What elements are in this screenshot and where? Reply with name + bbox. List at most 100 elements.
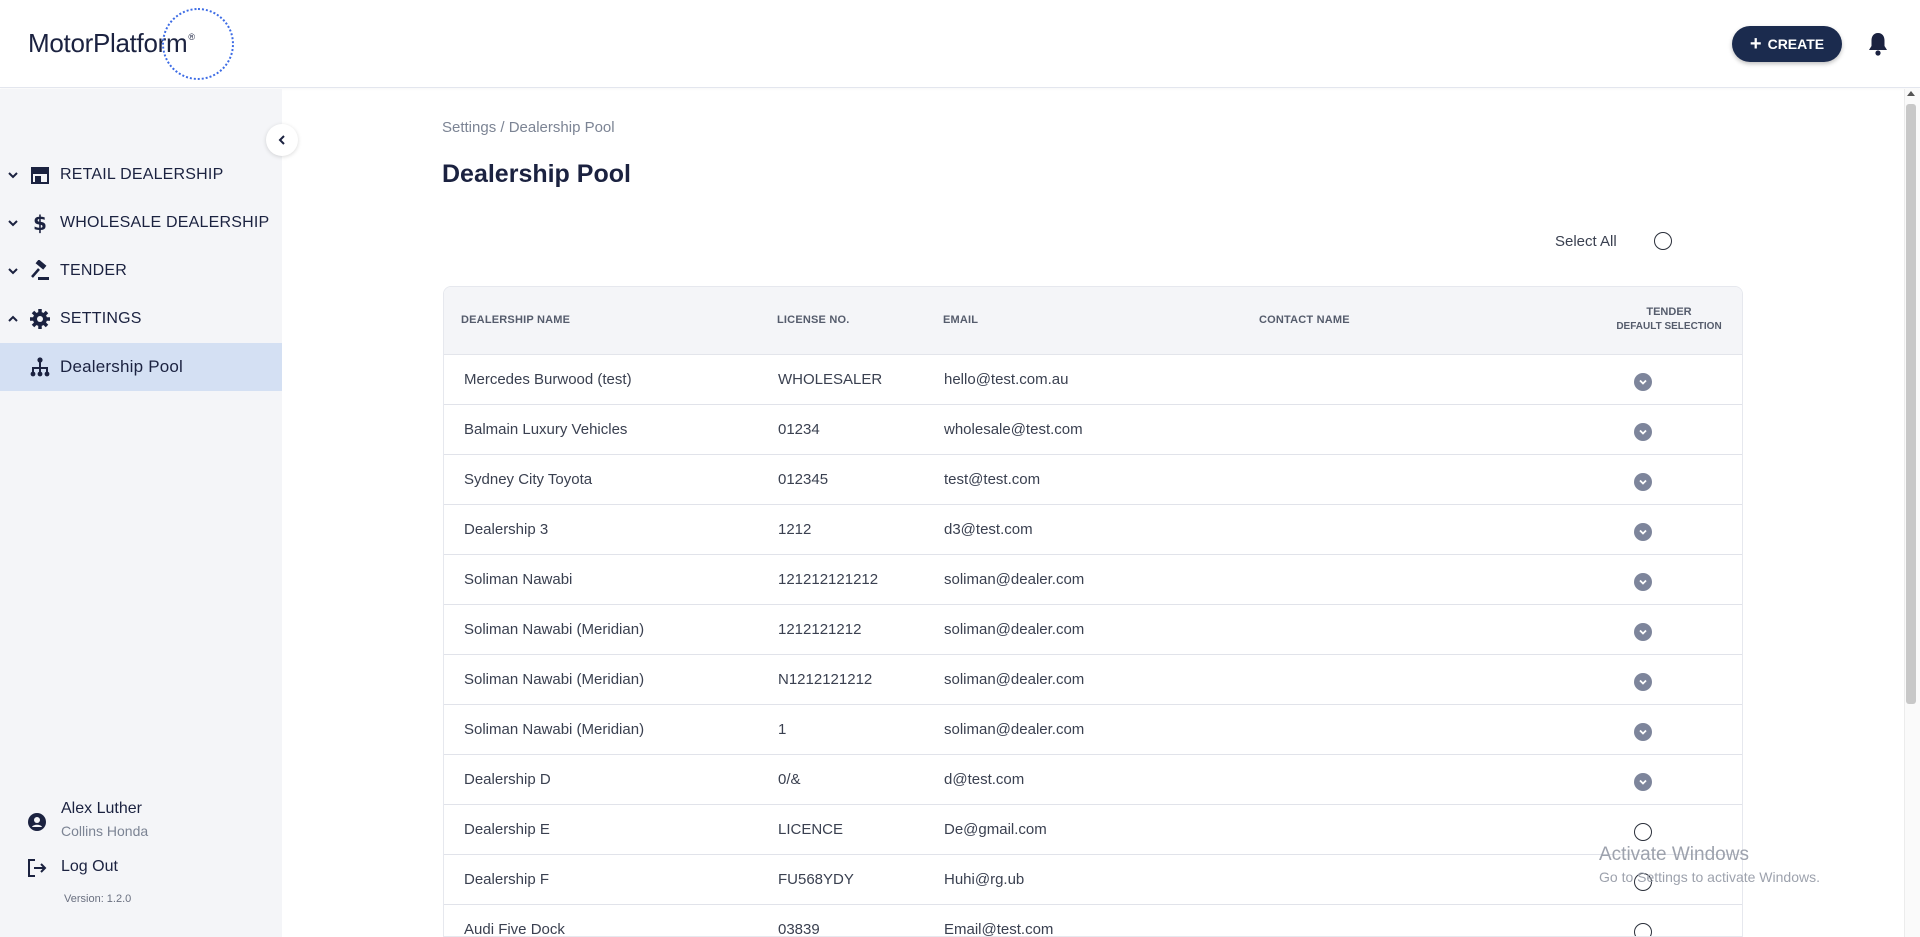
table-row[interactable]: Soliman Nawabi (Meridian) 1212121212 solim… <box>444 605 1742 655</box>
table-row[interactable]: Dealership E LICENCE De@gmail.com <box>444 805 1742 855</box>
dealership-name-cell: Mercedes Burwood (test) <box>464 371 632 388</box>
notification-bell-icon[interactable] <box>1866 31 1890 57</box>
table-row[interactable]: Balmain Luxury Vehicles 01234 wholesale@te… <box>444 405 1742 455</box>
collapse-sidebar-button[interactable] <box>266 124 298 156</box>
license-cell: WHOLESALER <box>778 371 883 388</box>
scroll-up-arrow[interactable] <box>1907 91 1915 96</box>
dealership-name-cell: Dealership 3 <box>464 521 549 538</box>
tender-selected-check[interactable] <box>1634 773 1652 791</box>
svg-text:$: $ <box>33 212 47 234</box>
activate-windows-title: Activate Windows <box>1599 844 1749 865</box>
dollar-icon: $ <box>33 212 47 234</box>
tender-selected-check[interactable] <box>1634 573 1652 591</box>
version-label: Version: 1.2.0 <box>64 893 132 905</box>
column-header-license[interactable]: LICENSE NO. <box>777 314 850 326</box>
logout-button[interactable]: Log Out <box>61 858 118 876</box>
email-cell: Huhi@rg.ub <box>944 871 1025 888</box>
column-header-tender[interactable]: TENDER DEFAULT SELECTION <box>1594 306 1742 332</box>
table-row[interactable]: Dealership F FU568YDY Huhi@rg.ub <box>444 855 1742 905</box>
license-cell: LICENCE <box>778 821 844 838</box>
table-row[interactable]: Dealership D 0/& d@test.com <box>444 755 1742 805</box>
table-row[interactable]: Soliman Nawabi (Meridian) N1212121212 soli… <box>444 655 1742 705</box>
chevron-down-icon <box>1639 479 1647 485</box>
table-row[interactable]: Mercedes Burwood (test) WHOLESALER hello@t… <box>444 355 1742 405</box>
license-cell: 01234 <box>778 421 820 438</box>
plus-icon: + <box>1749 33 1762 55</box>
sidebar-item-settings[interactable]: SETTINGS <box>0 295 282 343</box>
tender-header-label: TENDER <box>1646 306 1692 318</box>
create-button[interactable]: + CREATE <box>1732 26 1842 62</box>
dealership-name-cell: Dealership F <box>464 871 550 888</box>
tender-selected-check[interactable] <box>1634 673 1652 691</box>
sidebar-item-label: RETAIL DEALERSHIP <box>60 166 224 183</box>
email-cell: De@gmail.com <box>944 821 1047 838</box>
column-header-email[interactable]: EMAIL <box>943 314 978 326</box>
chevron-down-icon <box>1639 579 1647 585</box>
email-cell: soliman@dealer.com <box>944 571 1085 588</box>
logo-ring-graphic <box>162 8 234 80</box>
chevron-down-icon <box>8 220 18 227</box>
breadcrumb[interactable]: Settings / Dealership Pool <box>442 119 615 136</box>
sidebar-item-label: TENDER <box>60 262 127 279</box>
license-cell: N1212121212 <box>778 671 873 688</box>
gear-icon <box>30 309 50 329</box>
column-header-dealership-name[interactable]: DEALERSHIP NAME <box>461 314 570 326</box>
chevron-down-icon <box>1639 679 1647 685</box>
tender-selected-check[interactable] <box>1634 623 1652 641</box>
dealership-name-cell: Soliman Nawabi <box>464 571 573 588</box>
tender-unselected-radio[interactable] <box>1634 923 1652 936</box>
dealership-name-cell: Dealership D <box>464 771 551 788</box>
license-cell: 1212 <box>778 521 812 538</box>
license-cell: 03839 <box>778 921 820 937</box>
dealership-name-cell: Sydney City Toyota <box>464 471 593 488</box>
store-icon <box>31 167 49 184</box>
email-cell: soliman@dealer.com <box>944 621 1085 638</box>
dealership-table: DEALERSHIP NAME LICENSE NO. EMAIL CONTAC… <box>443 286 1743 937</box>
tender-unselected-radio[interactable] <box>1634 823 1652 841</box>
table-row[interactable]: Audi Five Dock 03839 Email@test.com <box>444 905 1742 937</box>
chevron-down-icon <box>1639 779 1647 785</box>
chevron-down-icon <box>8 268 18 275</box>
sidebar-item-label: Dealership Pool <box>60 357 184 376</box>
sidebar-item-retail-dealership[interactable]: RETAIL DEALERSHIP <box>0 151 282 199</box>
license-cell: 121212121212 <box>778 571 879 588</box>
scrollbar-thumb[interactable] <box>1906 104 1916 704</box>
user-name[interactable]: Alex Luther <box>61 800 142 818</box>
tender-selected-check[interactable] <box>1634 423 1652 441</box>
table-row[interactable]: Soliman Nawabi (Meridian) 1 soliman@dealer… <box>444 705 1742 755</box>
chevron-down-icon <box>8 172 18 179</box>
email-cell: test@test.com <box>944 471 1041 488</box>
sidebar-item-label: SETTINGS <box>60 310 142 327</box>
tender-header-sublabel: DEFAULT SELECTION <box>1616 321 1722 332</box>
dealership-name-cell: Soliman Nawabi (Meridian) <box>464 721 645 738</box>
sidebar-item-tender[interactable]: TENDER <box>0 247 282 295</box>
top-bar: MotorPlatform® + CREATE <box>0 0 1920 88</box>
chevron-down-icon <box>1639 379 1647 385</box>
tender-selected-check[interactable] <box>1634 373 1652 391</box>
email-cell: d3@test.com <box>944 521 1033 538</box>
license-cell: 1 <box>778 721 787 738</box>
license-cell: FU568YDY <box>778 871 854 888</box>
chevron-down-icon <box>1639 629 1647 635</box>
license-cell: 1212121212 <box>778 621 862 638</box>
page-title: Dealership Pool <box>442 160 631 188</box>
dealership-name-cell: Dealership E <box>464 821 550 838</box>
email-cell: wholesale@test.com <box>944 421 1083 438</box>
logout-icon[interactable] <box>27 858 47 878</box>
create-label: CREATE <box>1767 36 1825 52</box>
chevron-down-icon <box>1639 729 1647 735</box>
tender-selected-check[interactable] <box>1634 473 1652 491</box>
email-cell: Email@test.com <box>944 921 1054 937</box>
license-cell: 012345 <box>778 471 829 488</box>
sidebar-item-wholesale-dealership[interactable]: $ WHOLESALE DEALERSHIP <box>0 199 282 247</box>
table-row[interactable]: Sydney City Toyota 012345 test@test.com <box>444 455 1742 505</box>
table-row[interactable]: Soliman Nawabi 121212121212 soliman@dealer… <box>444 555 1742 605</box>
user-organization: Collins Honda <box>61 823 149 839</box>
tender-selected-check[interactable] <box>1634 523 1652 541</box>
sidebar-item-dealership-pool[interactable]: Dealership Pool <box>0 343 282 391</box>
select-all-radio[interactable] <box>1654 232 1672 250</box>
tender-selected-check[interactable] <box>1634 723 1652 741</box>
column-header-contact-name[interactable]: CONTACT NAME <box>1259 314 1350 326</box>
table-row[interactable]: Dealership 3 1212 d3@test.com <box>444 505 1742 555</box>
chevron-left-icon <box>278 135 285 145</box>
